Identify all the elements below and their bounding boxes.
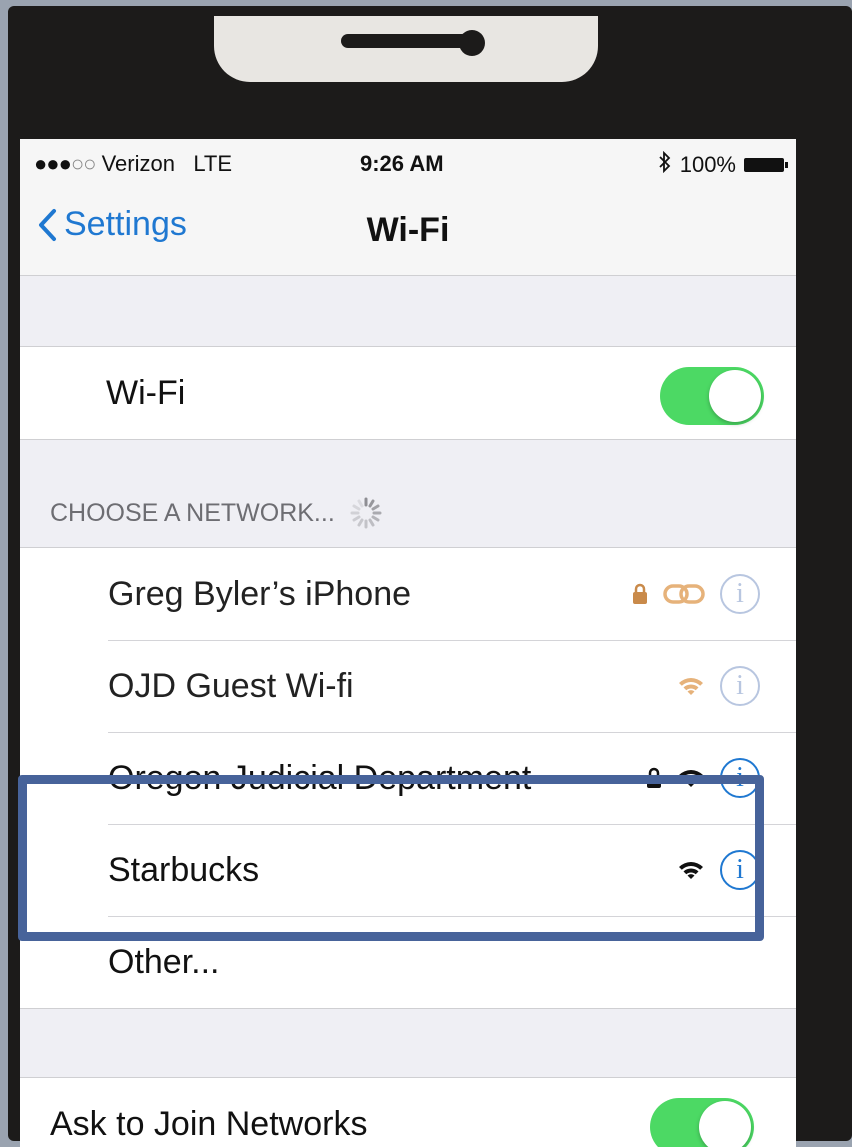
toggle-knob [699,1101,751,1147]
phone-case: ●●●○○ Verizon LTE 9:26 AM 100% Settings … [8,6,852,1147]
ask-to-join-label: Ask to Join Networks [50,1104,368,1143]
other-network-label: Other... [108,942,220,981]
network-type: LTE [193,151,233,176]
toggle-knob [709,370,761,422]
bluetooth-icon [658,150,672,179]
carrier-name: Verizon [101,151,175,176]
info-button[interactable]: i [720,666,760,706]
wifi-toggle-switch[interactable] [660,367,764,425]
wifi-toggle-group: Wi-Fi [20,346,796,440]
status-time: 9:26 AM [360,151,444,176]
network-row-icons: i [632,574,760,614]
section-header: CHOOSE A NETWORK... [50,496,383,530]
phone-screen: ●●●○○ Verizon LTE 9:26 AM 100% Settings … [20,139,796,1147]
ask-to-join-group: Ask to Join Networks [20,1077,796,1147]
network-name: OJD Guest Wi-fi [108,666,354,705]
wifi-toggle-label: Wi-Fi [106,373,186,412]
carrier-info: ●●●○○ Verizon LTE [34,151,232,177]
navigation-bar: Settings Wi-Fi [20,187,796,276]
speaker-grille [341,34,469,48]
wifi-signal-icon [676,674,706,698]
network-row[interactable]: OJD Guest Wi-fi i [20,640,796,732]
status-right: 100% [658,150,788,179]
personal-hotspot-icon [662,581,706,607]
ask-to-join-row: Ask to Join Networks [20,1078,796,1147]
status-bar: ●●●○○ Verizon LTE 9:26 AM 100% [20,139,796,187]
battery-percent: 100% [679,152,736,177]
loading-spinner-icon [350,497,382,529]
ask-to-join-switch[interactable] [650,1098,754,1147]
wifi-toggle-row: Wi-Fi [20,347,796,439]
battery-icon [744,158,788,172]
page-title: Wi-Fi [366,211,450,249]
section-header-label: CHOOSE A NETWORK... [50,498,335,527]
info-button[interactable]: i [720,574,760,614]
network-row[interactable]: Greg Byler’s iPhone i [20,548,796,640]
signal-dots-icon: ●●●○○ [34,151,96,176]
highlight-box [18,775,764,941]
earpiece [214,16,598,82]
network-row-icons: i [676,666,760,706]
lock-icon [632,583,648,605]
network-name: Greg Byler’s iPhone [108,574,412,613]
